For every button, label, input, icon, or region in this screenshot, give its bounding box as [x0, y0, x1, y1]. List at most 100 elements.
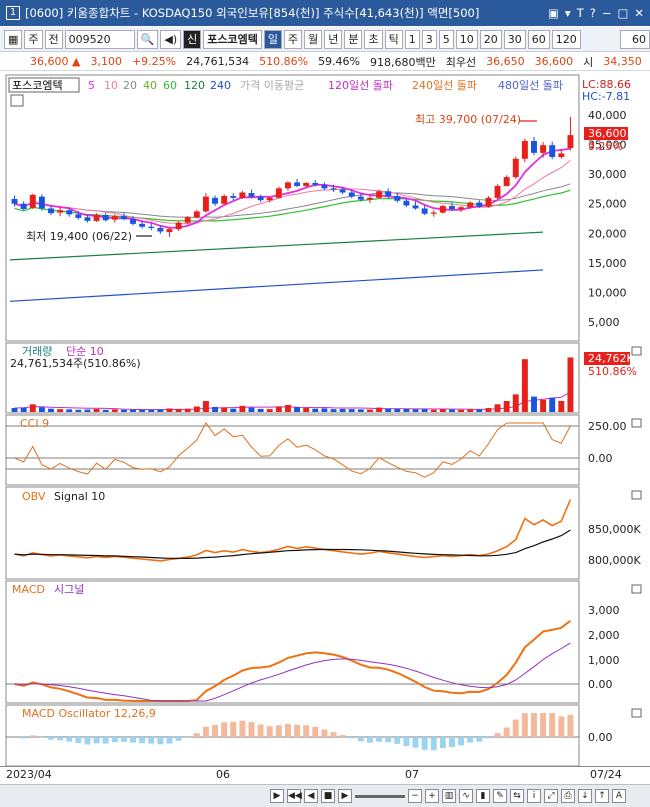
oscillator-bar [75, 737, 82, 744]
volume-bar [531, 396, 537, 412]
period-month[interactable]: 월 [304, 29, 323, 49]
nav-prev-icon[interactable]: ◀ [304, 789, 318, 803]
oscillator-bar [476, 737, 483, 742]
stock-code-input[interactable]: 009520 [64, 29, 135, 49]
interval-5[interactable]: 5 [438, 29, 454, 49]
price-tick-label: 30,000 [588, 168, 627, 181]
volume-bar [111, 409, 118, 412]
chart-compare-icon[interactable]: ⇆ [510, 789, 524, 803]
oscillator-bar [348, 737, 355, 739]
candle-body [84, 217, 91, 221]
price-tick-label: 20,000 [588, 227, 627, 240]
oscillator-bar [357, 737, 364, 742]
zoom-plus-icon[interactable]: + [425, 789, 439, 803]
interval-30[interactable]: 30 [503, 29, 526, 49]
search-icon[interactable]: 🔍 [136, 29, 159, 49]
candle-body [403, 200, 410, 206]
close-icon[interactable]: ✕ [634, 6, 644, 20]
obv-line [14, 499, 572, 562]
list-icon[interactable]: ▦ [4, 29, 23, 49]
interval-3[interactable]: 3 [421, 29, 437, 49]
period-day[interactable]: 일 [263, 29, 282, 49]
t-icon[interactable]: T [577, 6, 584, 20]
oscillator-bar [248, 722, 255, 737]
chart-print-icon[interactable]: ⎙ [561, 789, 575, 803]
candle-body [102, 214, 109, 221]
volume-bar [257, 408, 264, 412]
interval-1[interactable]: 1 [404, 29, 420, 49]
volume-bar [139, 410, 146, 412]
stock-chart[interactable]: 포스코엠텍 5 10 20 40 60 120 240 가격 이동평균 120일… [0, 73, 650, 766]
nav-stop-icon[interactable]: ■ [321, 789, 335, 803]
volume-bar [558, 401, 565, 412]
macd-label: MACD [12, 583, 45, 596]
volume-bar [467, 409, 474, 412]
volume-bar [230, 408, 237, 412]
price-change: 3,100 [90, 55, 122, 68]
screen-number[interactable]: 1 [6, 6, 20, 20]
chart-settings-icon[interactable]: ✎ [493, 789, 507, 803]
oscillator-bar [439, 737, 446, 749]
period-second[interactable]: 초 [364, 29, 383, 49]
nav-rewind-icon[interactable]: ◀◀ [287, 789, 302, 803]
candle-body [312, 183, 319, 185]
obv-signal-label: Signal 10 [54, 490, 105, 503]
dropdown-icon[interactable]: ▾ [565, 6, 571, 20]
chart-type-icon[interactable]: ▥ [442, 789, 456, 803]
oscillator-bar [266, 726, 273, 737]
period-minute[interactable]: 분 [344, 29, 363, 49]
candle-body [193, 211, 200, 218]
nav-next-icon[interactable]: ▶ [338, 789, 352, 803]
ma-label-60: 60 [163, 79, 177, 92]
volume-bar [549, 397, 556, 412]
chart-expand-icon[interactable]: ⤢ [544, 789, 558, 803]
zoom-slider[interactable] [355, 794, 405, 798]
signal-240-label: 240일선 돌파 [412, 78, 477, 92]
candle-body [284, 182, 291, 189]
market-type-select[interactable]: 주 [24, 29, 43, 49]
scope-select[interactable]: 전 [44, 29, 63, 49]
chart-up-icon[interactable]: ↑ [595, 789, 609, 803]
candle-body [558, 153, 565, 157]
volume-bar [348, 409, 355, 412]
help-icon[interactable]: ? [590, 6, 596, 20]
period-year[interactable]: 년 [324, 29, 343, 49]
window-icon[interactable]: ▣ [548, 6, 559, 20]
ma-label-20: 20 [123, 79, 137, 92]
interval-10[interactable]: 10 [455, 29, 478, 49]
font-size-icon[interactable]: A [612, 789, 626, 803]
period-tick[interactable]: 틱 [384, 29, 403, 49]
volume-value: 24,761,534 [186, 55, 250, 68]
ma-legend-text: 가격 이동평균 [240, 79, 304, 92]
oscillator-bar [494, 733, 501, 737]
volume-bar [20, 407, 27, 412]
chart-down-icon[interactable]: ↓ [578, 789, 592, 803]
period-week[interactable]: 주 [283, 29, 303, 49]
nav-first-icon[interactable]: ▶ [270, 789, 284, 803]
speaker-icon[interactable]: ◀) [160, 29, 182, 49]
candle-body [93, 214, 100, 221]
zoom-minus-icon[interactable]: − [408, 789, 422, 803]
minimize-icon[interactable]: − [602, 6, 612, 20]
interval-120[interactable]: 120 [551, 29, 581, 49]
count-input[interactable]: 60 [620, 29, 650, 49]
candle-body [485, 197, 492, 207]
chart-line-icon[interactable]: ∿ [459, 789, 473, 803]
interval-20[interactable]: 20 [479, 29, 502, 49]
candle-body [166, 229, 173, 233]
volume-bar [193, 406, 200, 412]
chart-bar-icon[interactable]: ▮ [476, 789, 490, 803]
grid-toggle-icon[interactable] [10, 94, 24, 107]
maximize-icon[interactable]: □ [617, 6, 628, 20]
candle-body [540, 145, 547, 153]
stock-name[interactable]: 포스코엠텍 [203, 29, 262, 49]
candle-body [549, 145, 556, 157]
x-label-jul: 07 [405, 768, 419, 781]
chart-info-icon[interactable]: i [527, 789, 541, 803]
candle-body [57, 210, 64, 213]
volume-value-text: 24,761,534주(510.86%) [10, 357, 141, 370]
volume-bar [275, 406, 282, 412]
interval-60[interactable]: 60 [527, 29, 550, 49]
volume-bar [330, 409, 337, 412]
last-price-tag: 36,600 [588, 127, 627, 140]
